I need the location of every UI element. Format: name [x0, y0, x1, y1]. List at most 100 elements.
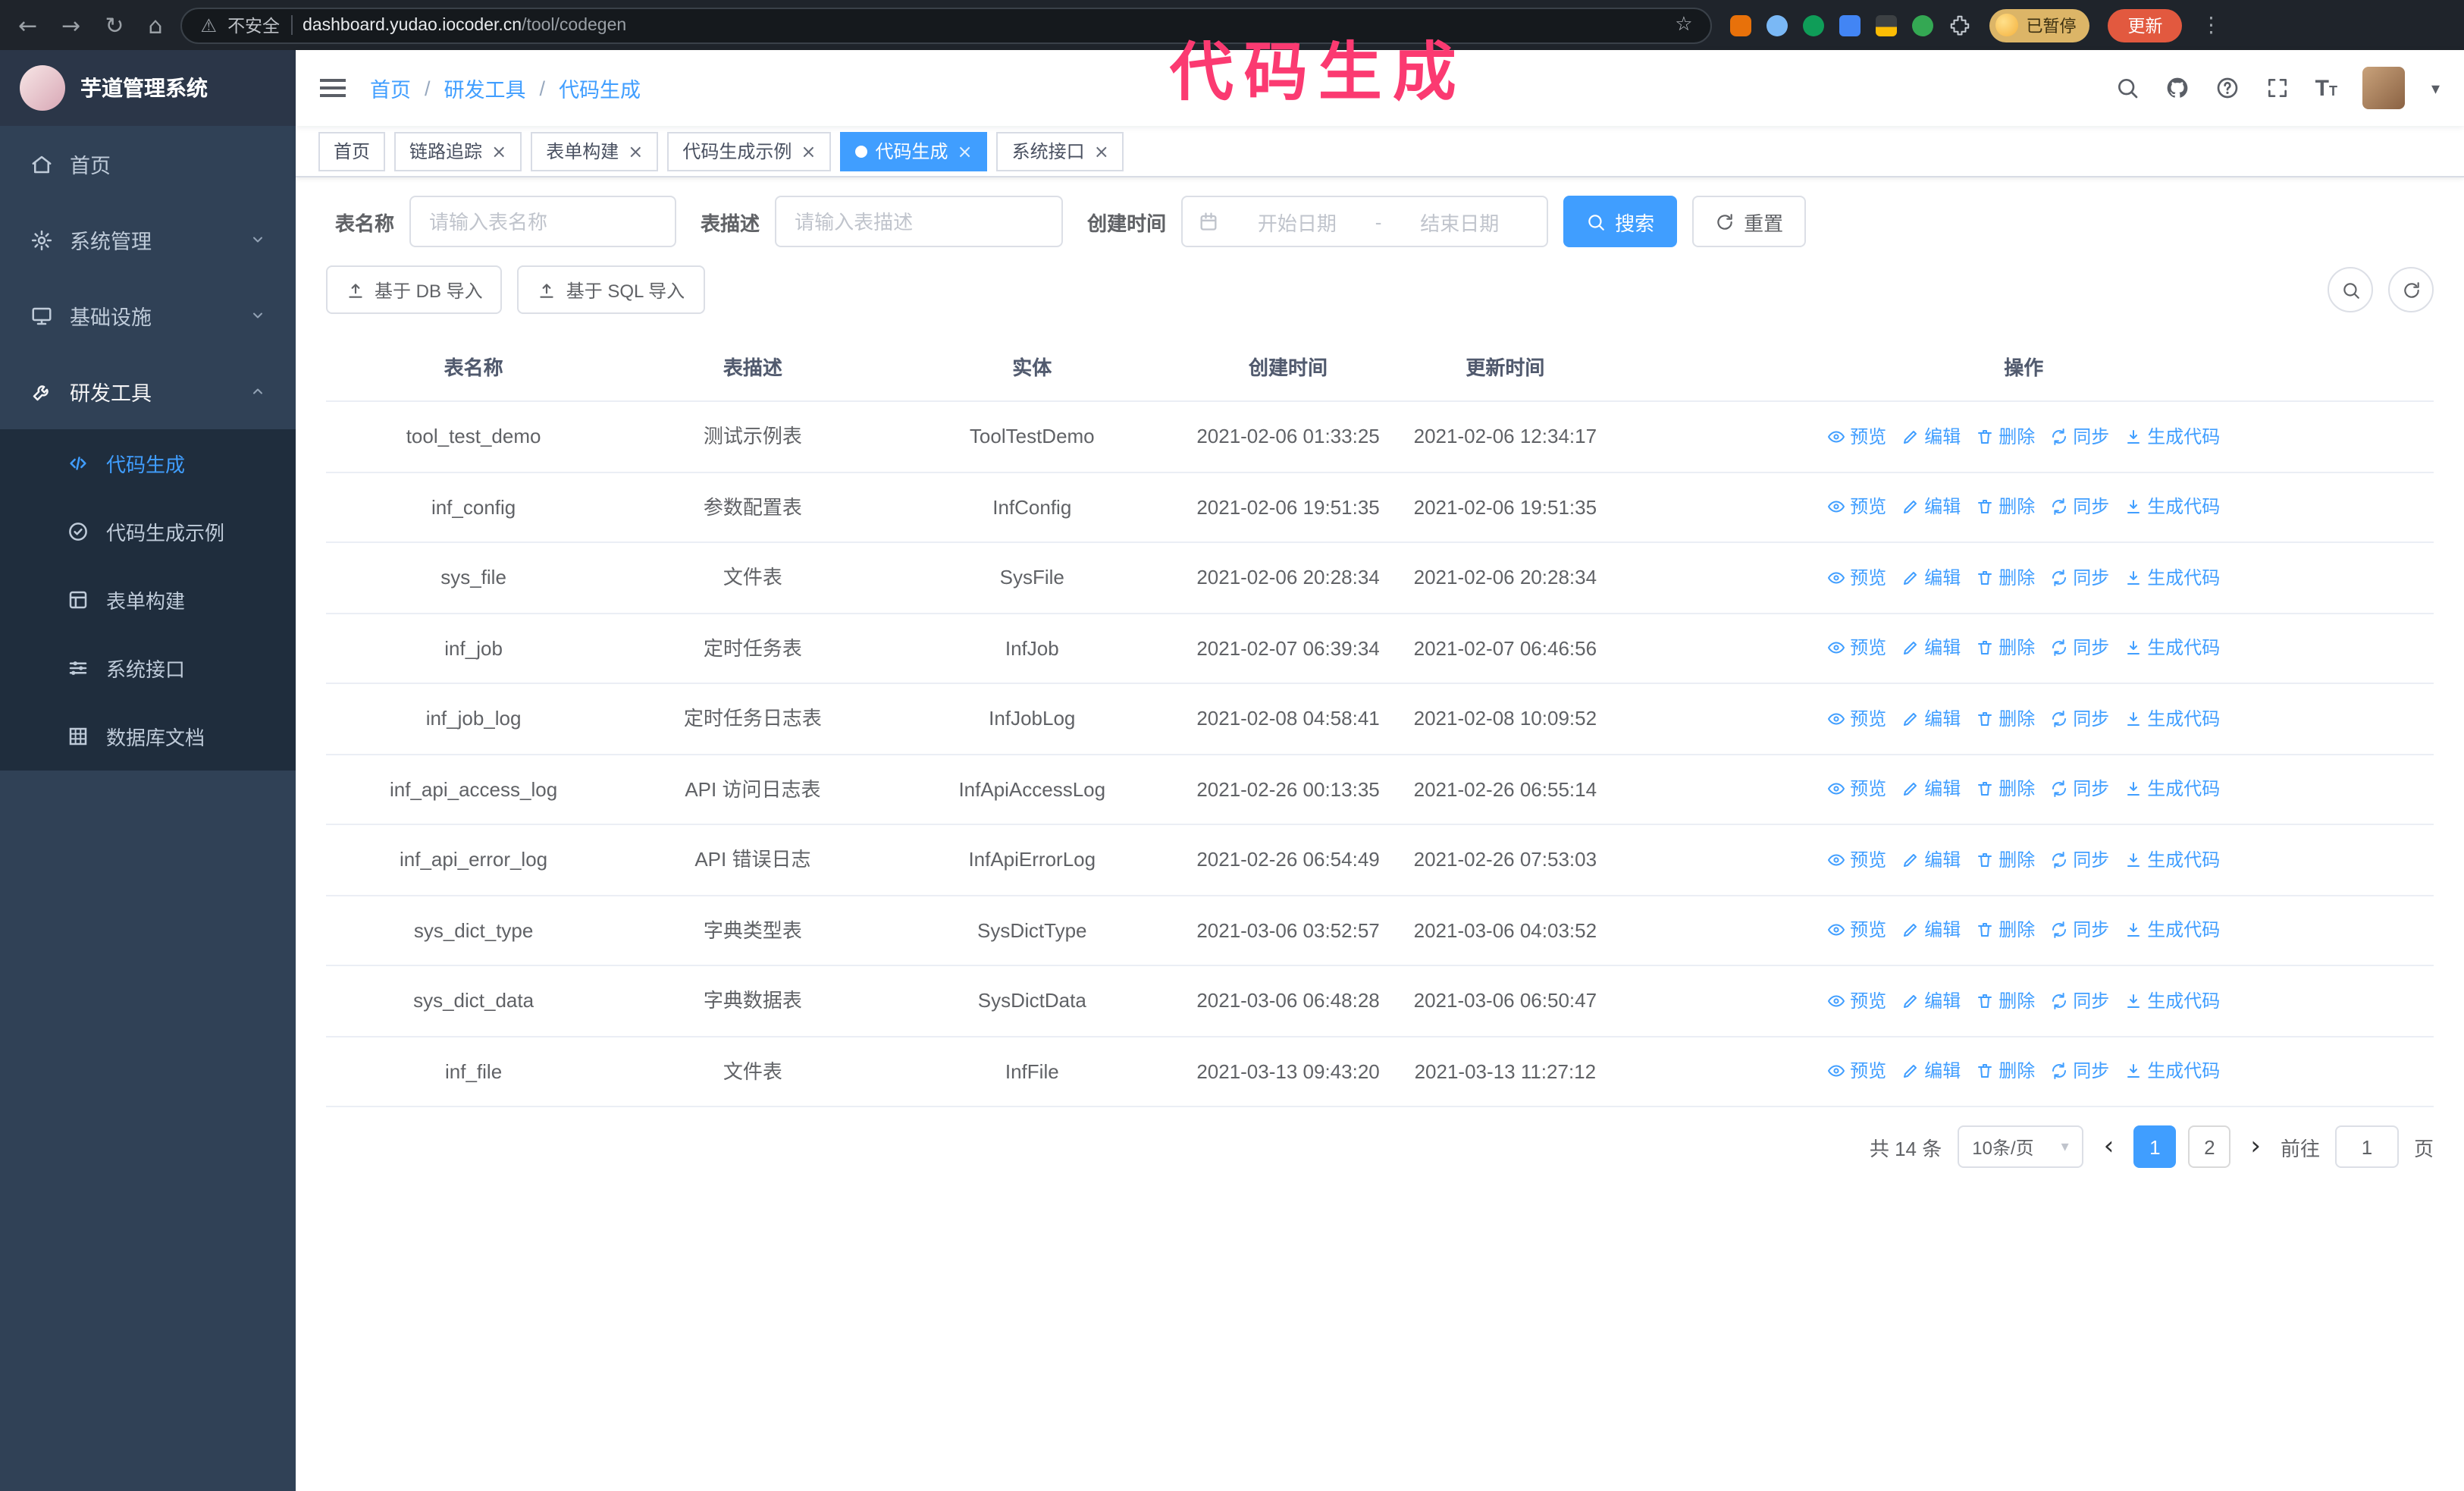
refresh-table-button[interactable]: [2388, 267, 2434, 312]
delete-link[interactable]: 删除: [1976, 776, 2035, 803]
breadcrumb-item[interactable]: 首页: [370, 73, 411, 103]
edit-link[interactable]: 编辑: [1901, 423, 1961, 450]
preview-link[interactable]: 预览: [1827, 776, 1886, 803]
generate-code-link[interactable]: 生成代码: [2124, 917, 2220, 944]
tab-codegen-example[interactable]: 代码生成示例 ×: [667, 131, 832, 171]
forward-icon[interactable]: →: [61, 11, 80, 39]
sidebar-item-system[interactable]: 系统管理: [0, 202, 296, 278]
preview-link[interactable]: 预览: [1827, 705, 1886, 733]
sync-link[interactable]: 同步: [2050, 635, 2109, 662]
edit-link[interactable]: 编辑: [1901, 705, 1961, 733]
preview-link[interactable]: 预览: [1827, 564, 1886, 592]
delete-link[interactable]: 删除: [1976, 1058, 2035, 1085]
tab-close-icon[interactable]: ×: [628, 142, 643, 160]
table-name-input[interactable]: [409, 196, 677, 247]
sync-link[interactable]: 同步: [2050, 776, 2109, 803]
chevron-down-icon[interactable]: ▾: [2431, 78, 2440, 98]
extension-icon[interactable]: [1730, 14, 1752, 36]
tab-system-api[interactable]: 系统接口 ×: [996, 131, 1124, 171]
extension-icon[interactable]: [1876, 14, 1898, 36]
search-icon[interactable]: [2115, 76, 2140, 100]
delete-link[interactable]: 删除: [1976, 494, 2035, 521]
sidebar-subitem-codegen[interactable]: 代码生成: [0, 429, 296, 498]
bookmark-star-icon[interactable]: ☆: [1675, 14, 1692, 36]
tab-close-icon[interactable]: ×: [958, 142, 973, 160]
edit-link[interactable]: 编辑: [1901, 1058, 1961, 1085]
generate-code-link[interactable]: 生成代码: [2124, 635, 2220, 662]
sidebar-subitem-system-api[interactable]: 系统接口: [0, 634, 296, 702]
generate-code-link[interactable]: 生成代码: [2124, 423, 2220, 450]
sidebar-item-home[interactable]: 首页: [0, 126, 296, 202]
delete-link[interactable]: 删除: [1976, 423, 2035, 450]
sync-link[interactable]: 同步: [2050, 917, 2109, 944]
preview-link[interactable]: 预览: [1827, 987, 1886, 1015]
page-size-select[interactable]: 10条/页 ▾: [1957, 1125, 2084, 1168]
breadcrumb-item[interactable]: 代码生成: [559, 73, 641, 103]
tab-form-builder[interactable]: 表单构建 ×: [531, 131, 659, 171]
import-sql-button[interactable]: 基于 SQL 导入: [517, 265, 705, 314]
preview-link[interactable]: 预览: [1827, 917, 1886, 944]
user-avatar[interactable]: [2362, 67, 2406, 109]
edit-link[interactable]: 编辑: [1901, 987, 1961, 1015]
sidebar-item-devtools[interactable]: 研发工具: [0, 353, 296, 429]
sync-link[interactable]: 同步: [2050, 423, 2109, 450]
toggle-search-button[interactable]: [2328, 267, 2373, 312]
generate-code-link[interactable]: 生成代码: [2124, 846, 2220, 874]
github-icon[interactable]: [2165, 76, 2190, 100]
sync-link[interactable]: 同步: [2050, 846, 2109, 874]
fullscreen-icon[interactable]: [2265, 76, 2290, 100]
tab-close-icon[interactable]: ×: [491, 142, 506, 160]
page-button-1[interactable]: 1: [2133, 1125, 2177, 1168]
extension-icon[interactable]: [1766, 14, 1788, 36]
sync-link[interactable]: 同步: [2050, 987, 2109, 1015]
tab-close-icon[interactable]: ×: [801, 142, 816, 160]
end-date-placeholder[interactable]: 结束日期: [1387, 207, 1531, 236]
reset-button[interactable]: 重置: [1692, 196, 1807, 247]
browser-home-icon[interactable]: ⌂: [148, 11, 162, 39]
search-button[interactable]: 搜索: [1563, 196, 1678, 247]
table-desc-input[interactable]: [775, 196, 1064, 247]
generate-code-link[interactable]: 生成代码: [2124, 705, 2220, 733]
next-page-button[interactable]: ›: [2246, 1133, 2265, 1160]
edit-link[interactable]: 编辑: [1901, 635, 1961, 662]
browser-menu-icon[interactable]: ⋮: [2201, 13, 2222, 37]
delete-link[interactable]: 删除: [1976, 635, 2035, 662]
preview-link[interactable]: 预览: [1827, 494, 1886, 521]
preview-link[interactable]: 预览: [1827, 635, 1886, 662]
sidebar-subitem-codegen-example[interactable]: 代码生成示例: [0, 498, 296, 566]
sync-link[interactable]: 同步: [2050, 494, 2109, 521]
tab-close-icon[interactable]: ×: [1094, 142, 1109, 160]
breadcrumb-item[interactable]: 研发工具: [444, 73, 526, 103]
edit-link[interactable]: 编辑: [1901, 776, 1961, 803]
delete-link[interactable]: 删除: [1976, 917, 2035, 944]
goto-page-input[interactable]: [2334, 1125, 2399, 1168]
delete-link[interactable]: 删除: [1976, 564, 2035, 592]
delete-link[interactable]: 删除: [1976, 987, 2035, 1015]
extension-icon[interactable]: [1839, 14, 1861, 36]
preview-link[interactable]: 预览: [1827, 1058, 1886, 1085]
tab-codegen[interactable]: 代码生成 ×: [840, 131, 988, 171]
edit-link[interactable]: 编辑: [1901, 564, 1961, 592]
preview-link[interactable]: 预览: [1827, 423, 1886, 450]
start-date-placeholder[interactable]: 开始日期: [1225, 207, 1369, 236]
delete-link[interactable]: 删除: [1976, 705, 2035, 733]
date-range-picker[interactable]: 开始日期 - 结束日期: [1181, 196, 1549, 247]
extensions-puzzle-icon[interactable]: [1949, 14, 1972, 36]
edit-link[interactable]: 编辑: [1901, 846, 1961, 874]
generate-code-link[interactable]: 生成代码: [2124, 776, 2220, 803]
generate-code-link[interactable]: 生成代码: [2124, 987, 2220, 1015]
help-icon[interactable]: [2215, 76, 2240, 100]
back-icon[interactable]: ←: [18, 11, 37, 39]
app-logo[interactable]: 芋道管理系统: [0, 50, 296, 126]
generate-code-link[interactable]: 生成代码: [2124, 1058, 2220, 1085]
edit-link[interactable]: 编辑: [1901, 917, 1961, 944]
reload-icon[interactable]: ↻: [105, 11, 124, 39]
delete-link[interactable]: 删除: [1976, 846, 2035, 874]
extension-icon[interactable]: [1912, 14, 1934, 36]
generate-code-link[interactable]: 生成代码: [2124, 494, 2220, 521]
hamburger-menu-icon[interactable]: [320, 74, 346, 102]
edit-link[interactable]: 编辑: [1901, 494, 1961, 521]
import-db-button[interactable]: 基于 DB 导入: [326, 265, 503, 314]
sidebar-subitem-form-builder[interactable]: 表单构建: [0, 566, 296, 634]
tab-trace[interactable]: 链路追踪 ×: [394, 131, 522, 171]
